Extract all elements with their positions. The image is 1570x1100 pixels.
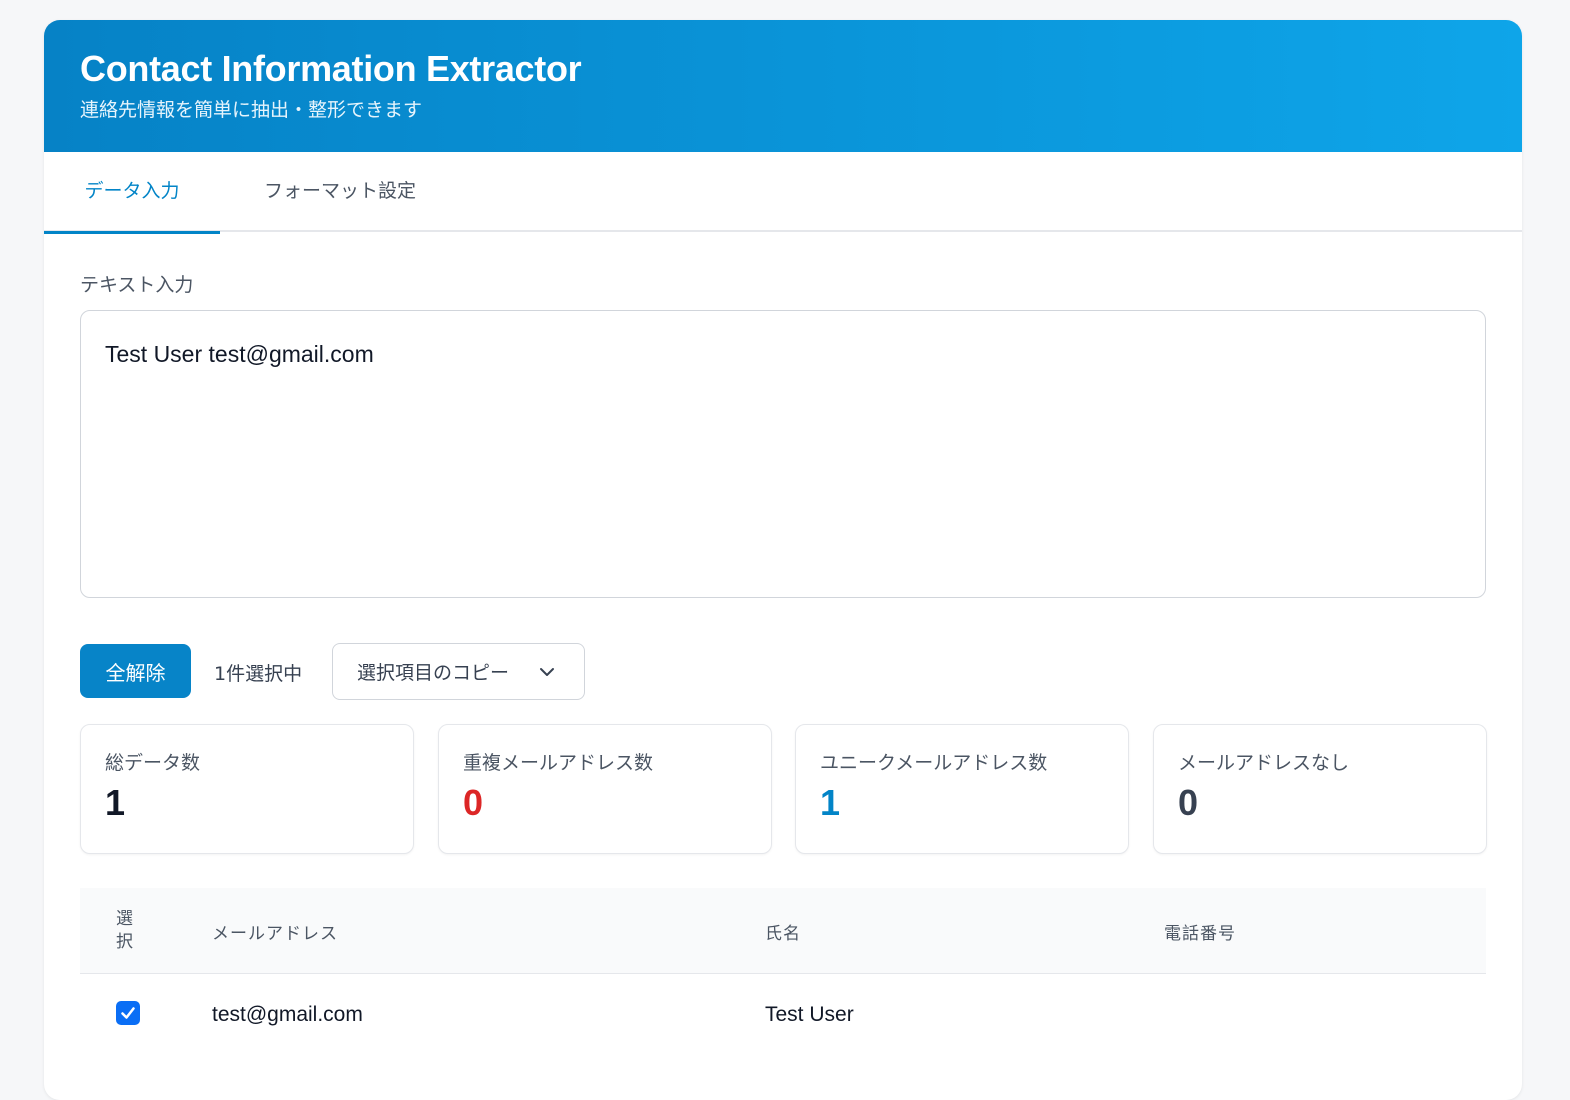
stats-row: 総データ数 1 重複メールアドレス数 0 ユニークメールアドレス数 1 メールア…: [80, 724, 1487, 854]
column-header-select: 選 択: [116, 909, 134, 952]
action-bar: 全解除 1件選択中 選択項目のコピー: [80, 643, 1486, 700]
column-header-name: 氏名: [765, 924, 801, 944]
text-input-label: テキスト入力: [80, 274, 194, 296]
stat-label: 総データ数: [105, 752, 201, 774]
results-table: 選 択 メールアドレス 氏名 電話番号 test@gmail.com Test …: [80, 888, 1486, 1060]
stat-label: メールアドレスなし: [1178, 752, 1350, 774]
clear-all-button[interactable]: 全解除: [80, 644, 191, 698]
chevron-down-icon: [540, 668, 554, 676]
cell-email: test@gmail.com: [212, 1003, 363, 1026]
app-subtitle: 連絡先情報を簡単に抽出・整形できます: [80, 99, 423, 121]
table-row: test@gmail.com Test User: [80, 974, 1486, 1060]
app-title: Contact Information Extractor: [80, 48, 582, 89]
tab-data-input[interactable]: データ入力: [44, 152, 220, 234]
stat-card-duplicate: 重複メールアドレス数 0: [438, 724, 772, 854]
checkmark-icon: [121, 1007, 135, 1019]
app-header: Contact Information Extractor 連絡先情報を簡単に抽…: [44, 20, 1522, 152]
stat-value: 0: [463, 782, 484, 823]
cell-name: Test User: [765, 1003, 854, 1026]
text-input-field[interactable]: Test User test@gmail.com: [80, 310, 1486, 598]
row-select-checkbox[interactable]: [116, 1001, 140, 1025]
tab-bar: データ入力 フォーマット設定: [44, 152, 1522, 234]
main-card: Contact Information Extractor 連絡先情報を簡単に抽…: [44, 20, 1522, 1100]
column-header-phone: 電話番号: [1164, 924, 1236, 944]
stat-card-no-email: メールアドレスなし 0: [1153, 724, 1487, 854]
stat-card-total: 総データ数 1: [80, 724, 414, 854]
selected-count-text: 1件選択中: [214, 663, 303, 685]
table-header: 選 択 メールアドレス 氏名 電話番号: [80, 888, 1486, 974]
stat-value: 0: [1178, 782, 1199, 823]
tab-format-settings[interactable]: フォーマット設定: [240, 152, 440, 232]
copy-selected-dropdown[interactable]: 選択項目のコピー: [332, 643, 585, 700]
stat-label: 重複メールアドレス数: [463, 752, 654, 774]
stat-label: ユニークメールアドレス数: [820, 752, 1048, 774]
copy-selected-label: 選択項目のコピー: [357, 662, 510, 684]
stat-card-unique: ユニークメールアドレス数 1: [795, 724, 1129, 854]
column-header-email: メールアドレス: [212, 924, 338, 944]
stat-value: 1: [105, 782, 126, 823]
stat-value: 1: [820, 782, 841, 823]
